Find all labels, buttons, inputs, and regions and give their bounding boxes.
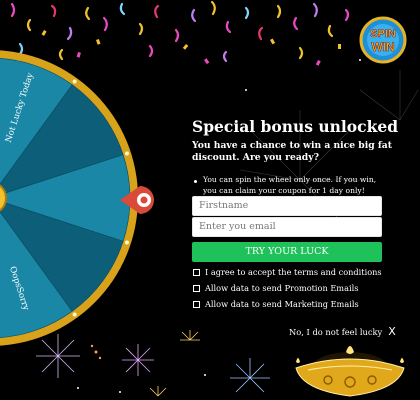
- rules-note: You can spin the wheel only once. If you…: [192, 175, 392, 196]
- wheel-rim-light: [72, 79, 77, 84]
- terms-label: I agree to accept the terms and conditio…: [205, 267, 382, 277]
- decline-link[interactable]: No, I do not feel lucky X: [289, 325, 396, 338]
- rules-text: You can spin the wheel only once. If you…: [203, 175, 377, 195]
- first-name-input[interactable]: Firstname: [192, 196, 382, 216]
- marketing-checkbox-row[interactable]: Allow data to send Marketing Emails: [193, 299, 359, 309]
- marketing-checkbox[interactable]: [193, 300, 200, 308]
- bullet-icon: [194, 180, 197, 183]
- terms-checkbox[interactable]: [193, 268, 200, 276]
- wheel-rim-light: [124, 151, 129, 156]
- diya-lamp-icon: [295, 346, 405, 397]
- logo-line2: WIN: [371, 40, 394, 54]
- wheel-pointer-icon: [120, 186, 154, 214]
- page-title: Special bonus unlocked: [192, 117, 399, 136]
- decline-label[interactable]: No, I do not feel lucky: [289, 327, 382, 337]
- spin-win-popup: SPIN WIN OopsSorry15% OFFFree Shipping$1…: [0, 0, 420, 400]
- wheel-rim-light: [124, 240, 129, 245]
- marketing-label: Allow data to send Marketing Emails: [205, 299, 359, 309]
- terms-checkbox-row[interactable]: I agree to accept the terms and conditio…: [193, 267, 382, 277]
- promo-checkbox[interactable]: [193, 284, 200, 292]
- email-input[interactable]: Enter you email: [192, 217, 382, 237]
- promo-label: Allow data to send Promotion Emails: [205, 283, 359, 293]
- close-icon[interactable]: X: [388, 325, 396, 338]
- offer-content: Special bonus unlocked You have a chance…: [192, 117, 399, 196]
- promo-checkbox-row[interactable]: Allow data to send Promotion Emails: [193, 283, 358, 293]
- wheel-rim-light: [72, 312, 77, 317]
- logo-line1: SPIN: [370, 28, 396, 40]
- try-your-luck-button[interactable]: TRY YOUR LUCK: [192, 242, 382, 262]
- spin-win-logo: SPIN WIN: [358, 16, 408, 64]
- offer-subtitle: You have a chance to win a nice big fat …: [192, 140, 392, 163]
